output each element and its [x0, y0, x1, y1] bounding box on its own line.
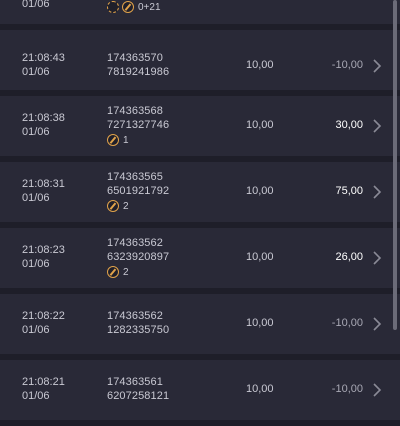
- bet-result: 30,00: [335, 119, 363, 131]
- bet-badges: 2: [107, 200, 129, 212]
- bet-time: 21:08:38: [22, 112, 65, 124]
- bet-badges: 0+21: [107, 1, 161, 13]
- badge-count: 1: [123, 134, 129, 146]
- bet-id: 174363562: [107, 310, 163, 322]
- boost-icon: [107, 266, 119, 278]
- ticket-id: 1282335750: [107, 324, 170, 336]
- chevron-right-icon[interactable]: [372, 59, 382, 73]
- bet-date: 01/06: [22, 126, 50, 138]
- chevron-right-icon[interactable]: [372, 185, 382, 199]
- bet-id: 174363565: [107, 171, 163, 183]
- ticket-id: 6323920897: [107, 251, 170, 263]
- chevron-right-icon[interactable]: [372, 383, 382, 397]
- bet-row[interactable]: 21:08:38 01/06 174363568 7271327746 1 10…: [0, 96, 400, 156]
- bet-time: 21:08:23: [22, 244, 65, 256]
- bet-row[interactable]: 21:08:23 01/06 174363562 6323920897 2 10…: [0, 228, 400, 288]
- bet-row[interactable]: 21:08:43 01/06 174363570 7819241986 10,0…: [0, 30, 400, 90]
- bet-row[interactable]: 21:08:31 01/06 174363565 6501921792 2 10…: [0, 162, 400, 222]
- bet-date: 01/06: [22, 258, 50, 270]
- bet-stake: 10,00: [246, 383, 274, 395]
- bet-result: 75,00: [335, 185, 363, 197]
- bet-row[interactable]: 21:08:21 01/06 174363561 6207258121 10,0…: [0, 360, 400, 420]
- ticket-id: 7271327746: [107, 119, 170, 131]
- bet-stake: 10,00: [246, 185, 274, 197]
- bet-result: -10,00: [331, 317, 363, 329]
- bet-badges: 1: [107, 134, 129, 146]
- bet-id: 174363562: [107, 237, 163, 249]
- bet-date: 01/06: [22, 0, 50, 10]
- badge-count: 2: [123, 266, 129, 278]
- bet-date: 01/06: [22, 66, 50, 78]
- chevron-right-icon[interactable]: [372, 317, 382, 331]
- bet-history-list: 01/06 0+21 21:08:43 01/06 174363570 7819…: [0, 0, 400, 426]
- bet-date: 01/06: [22, 324, 50, 336]
- bet-time: 21:08:21: [22, 376, 65, 388]
- ticket-id: 6207258121: [107, 390, 170, 402]
- bet-time: 21:08:31: [22, 178, 65, 190]
- chevron-right-icon[interactable]: [372, 119, 382, 133]
- bet-date: 01/06: [22, 390, 50, 402]
- bet-badges: 2: [107, 266, 129, 278]
- bet-result: -10,00: [331, 59, 363, 71]
- ticket-id: 7819241986: [107, 66, 170, 78]
- bet-time: 21:08:43: [22, 52, 65, 64]
- bet-stake: 10,00: [246, 59, 274, 71]
- bet-id: 174363568: [107, 105, 163, 117]
- bet-result: 26,00: [335, 251, 363, 263]
- badge-count: 2: [123, 200, 129, 212]
- bet-result: -10,00: [331, 383, 363, 395]
- bet-stake: 10,00: [246, 317, 274, 329]
- bet-stake: 10,00: [246, 119, 274, 131]
- bet-row[interactable]: 01/06 0+21: [0, 0, 400, 24]
- bet-date: 01/06: [22, 192, 50, 204]
- boost-icon: [122, 1, 134, 13]
- chevron-right-icon[interactable]: [372, 251, 382, 265]
- badge-count: 0+21: [138, 1, 161, 13]
- ticket-id: 6501921792: [107, 185, 170, 197]
- bet-stake: 10,00: [246, 251, 274, 263]
- bet-id: 174363570: [107, 52, 163, 64]
- bet-time: 21:08:22: [22, 310, 65, 322]
- cycle-icon: [107, 1, 119, 13]
- scrollbar[interactable]: [393, 0, 397, 330]
- boost-icon: [107, 134, 119, 146]
- boost-icon: [107, 200, 119, 212]
- bet-row[interactable]: 21:08:22 01/06 174363562 1282335750 10,0…: [0, 294, 400, 354]
- bet-id: 174363561: [107, 376, 163, 388]
